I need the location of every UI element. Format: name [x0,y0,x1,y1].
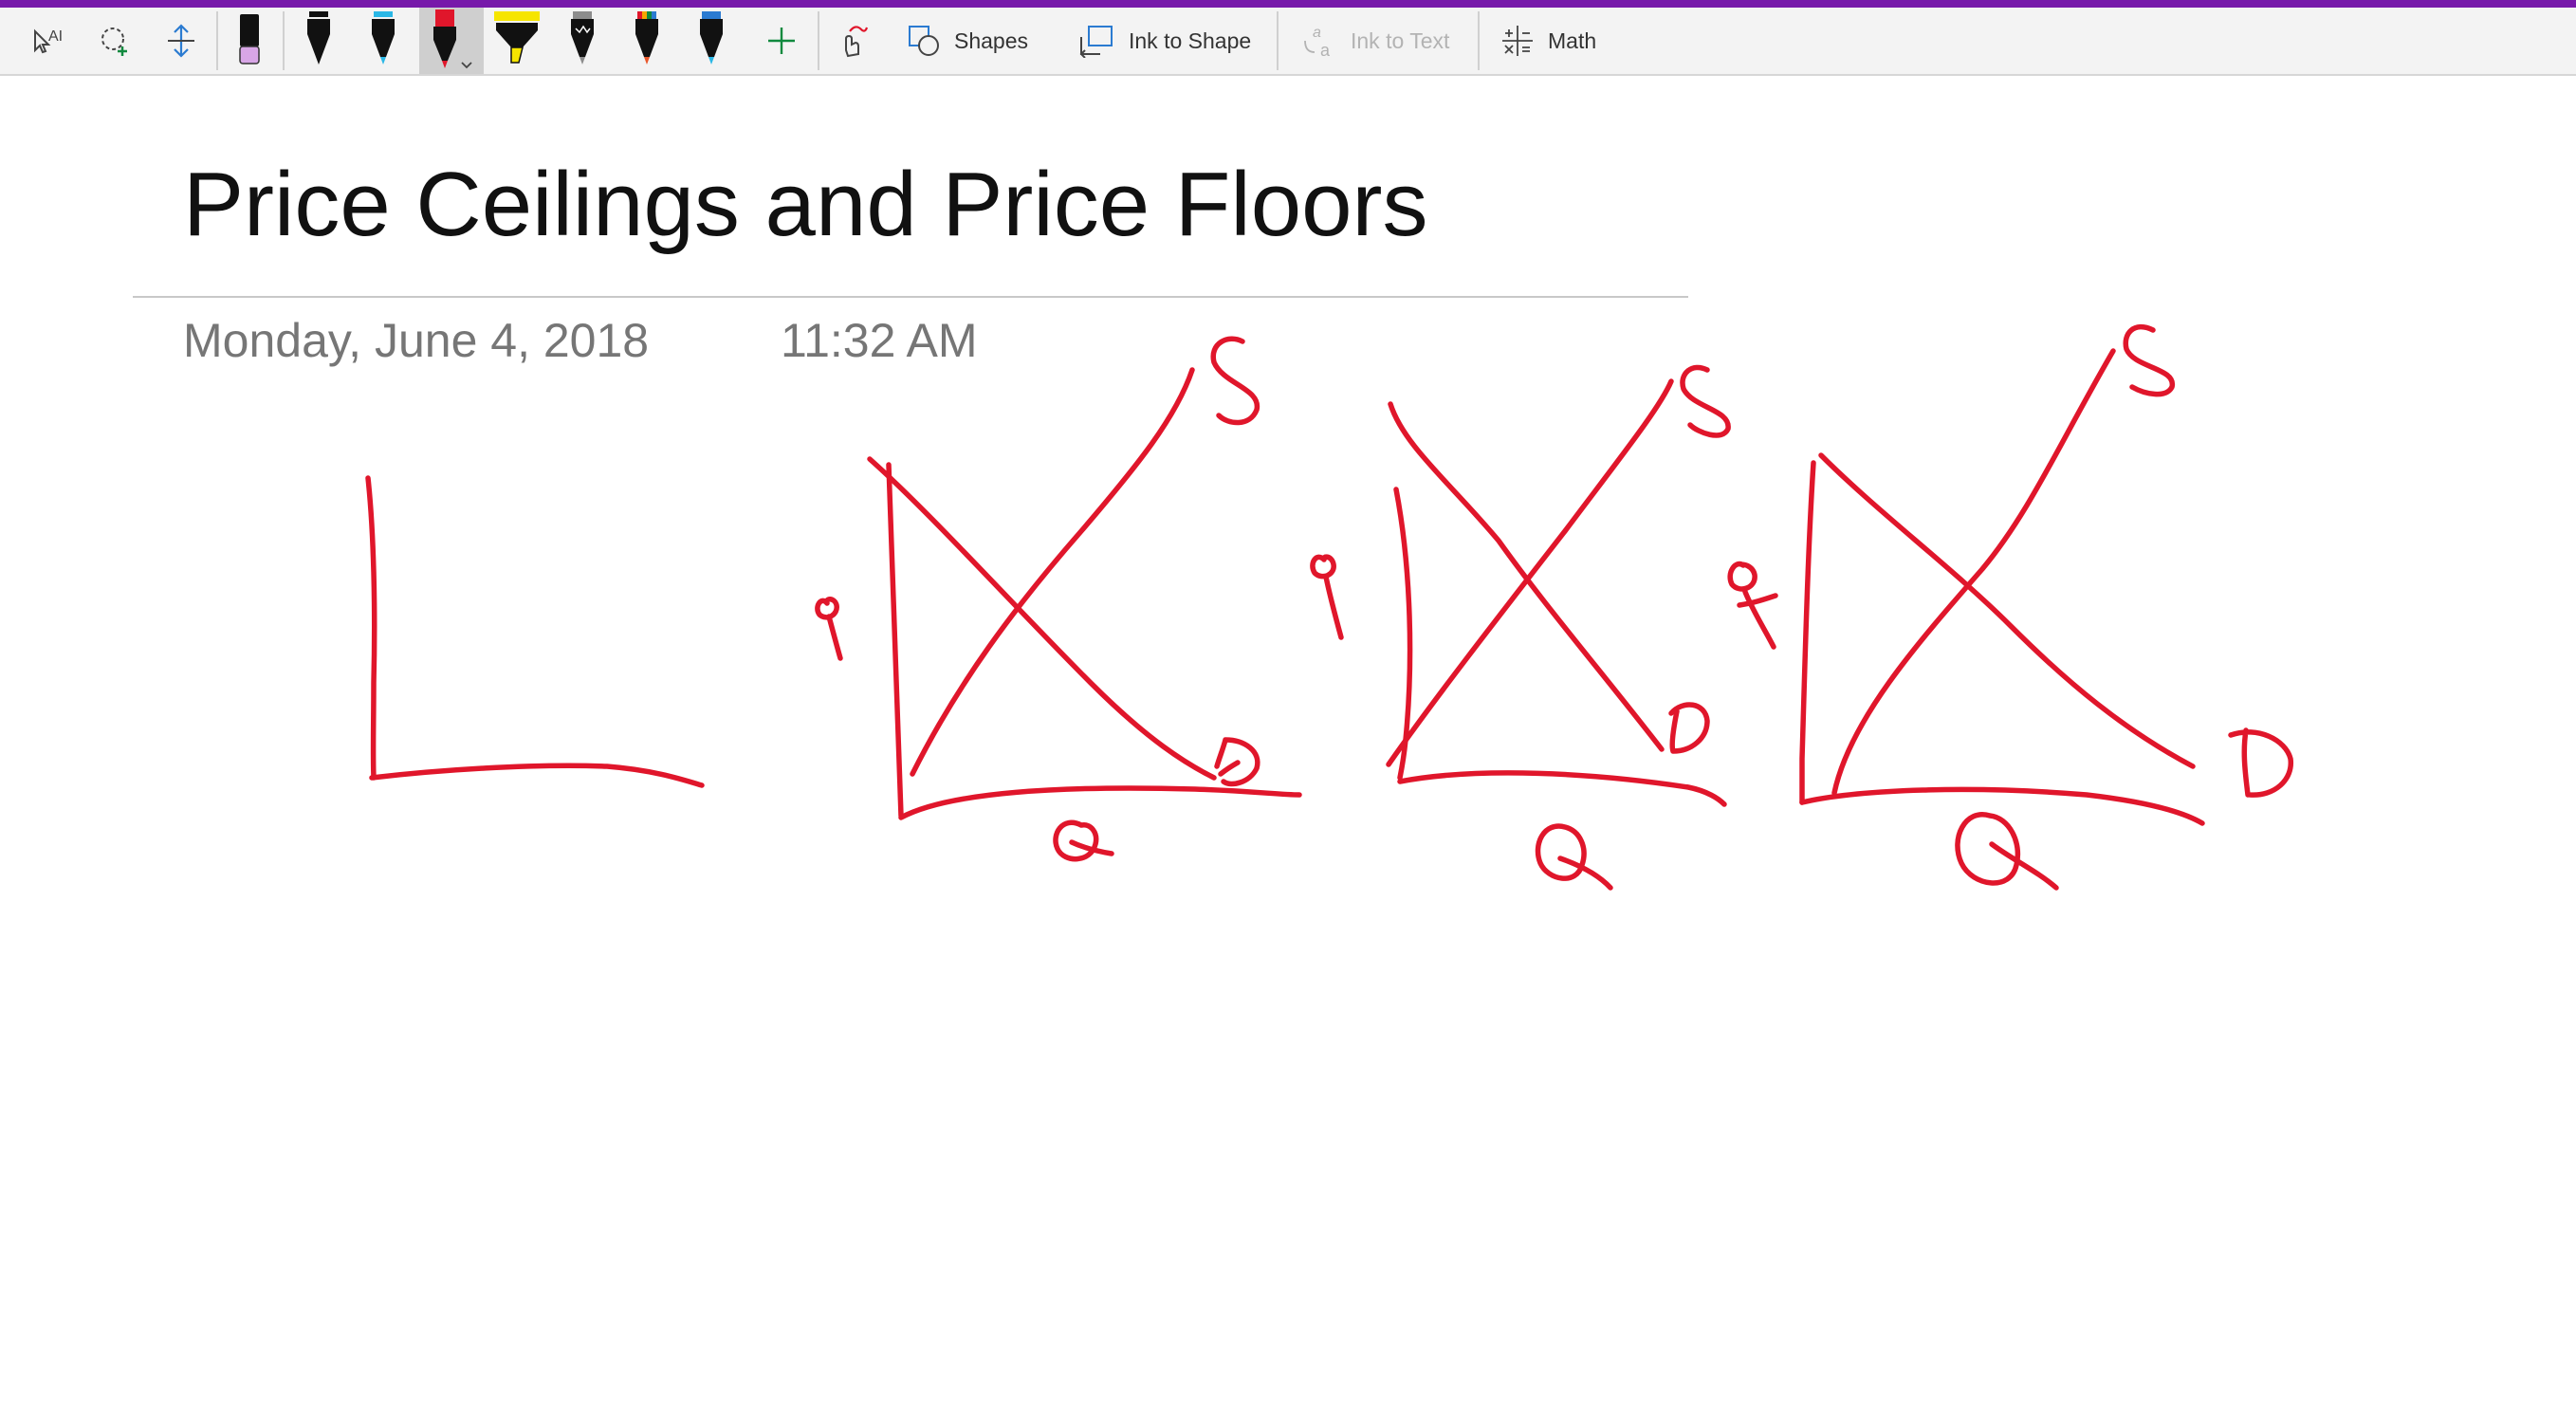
ink-label-d [1668,702,1710,754]
ink-label-p [1310,554,1344,640]
ink-graph-4[interactable] [1727,323,2293,891]
ink-graph-2-demand-curve [867,456,1217,781]
ink-label-s [1680,364,1731,438]
ink-label-s [2123,323,2175,397]
ink-label-s [1210,336,1260,426]
ink-label-d [2228,727,2293,798]
ink-label-q [1955,812,2059,891]
ink-graph-3[interactable] [1310,364,1731,891]
ink-graph-1-axes[interactable] [365,475,705,788]
ink-label-p [815,597,843,661]
ink-graph-4-demand-curve [1818,452,2196,769]
ink-label-q [1535,823,1613,891]
ink-graph-4-supply-curve [1831,348,2116,796]
ink-graph-2-supply-curve [910,367,1195,777]
onenote-page: AI Shapes Ink to Shape a a Ink to Text M… [0,0,2576,1417]
ink-label-q [1053,819,1114,862]
ink-graph-2-y-axis [886,462,904,819]
ink-drawing-layer[interactable] [0,0,2576,1417]
ink-label-d [1214,737,1260,787]
ink-graph-2[interactable] [815,336,1302,862]
ink-graph-4-y-axis [1799,460,1816,805]
ink-graph-2-x-axis [898,785,1302,820]
ink-label-p [1727,561,1778,650]
ink-graph-3-x-axis [1397,770,1727,807]
